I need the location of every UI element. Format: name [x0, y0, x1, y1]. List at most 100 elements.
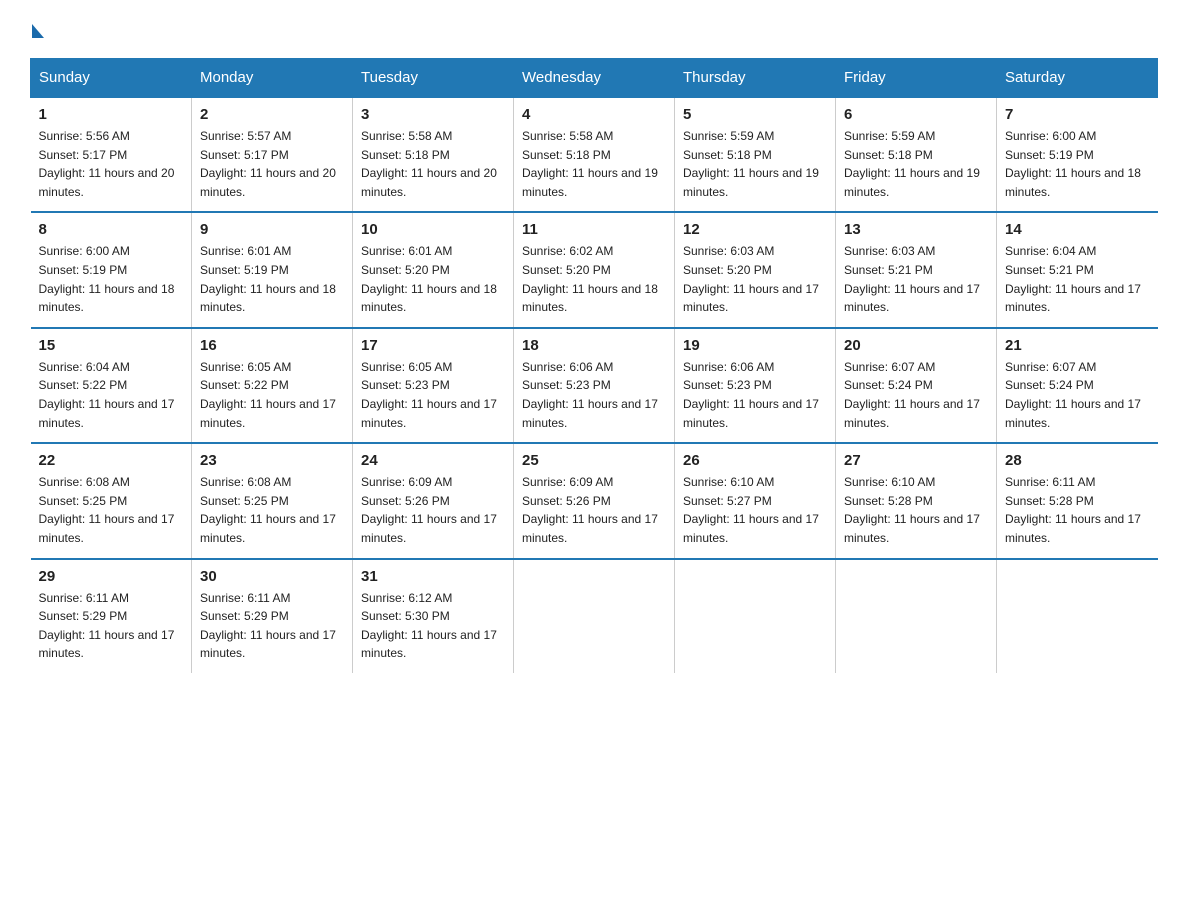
day-number: 16: [200, 337, 344, 354]
calendar-cell: 30 Sunrise: 6:11 AMSunset: 5:29 PMDayligh…: [192, 559, 353, 673]
day-number: 18: [522, 337, 666, 354]
day-info: Sunrise: 6:09 AMSunset: 5:26 PMDaylight:…: [522, 473, 666, 547]
day-info: Sunrise: 6:11 AMSunset: 5:29 PMDaylight:…: [39, 589, 184, 663]
day-number: 5: [683, 106, 827, 123]
day-number: 19: [683, 337, 827, 354]
day-number: 7: [1005, 106, 1150, 123]
calendar-cell: [997, 559, 1158, 673]
day-info: Sunrise: 6:07 AMSunset: 5:24 PMDaylight:…: [1005, 358, 1150, 432]
day-number: 14: [1005, 221, 1150, 238]
day-info: Sunrise: 6:10 AMSunset: 5:27 PMDaylight:…: [683, 473, 827, 547]
day-info: Sunrise: 6:12 AMSunset: 5:30 PMDaylight:…: [361, 589, 505, 663]
day-info: Sunrise: 5:56 AMSunset: 5:17 PMDaylight:…: [39, 127, 184, 201]
day-info: Sunrise: 6:02 AMSunset: 5:20 PMDaylight:…: [522, 242, 666, 316]
day-info: Sunrise: 5:58 AMSunset: 5:18 PMDaylight:…: [361, 127, 505, 201]
day-number: 23: [200, 452, 344, 469]
header-wednesday: Wednesday: [514, 59, 675, 98]
calendar-cell: 17 Sunrise: 6:05 AMSunset: 5:23 PMDayligh…: [353, 328, 514, 443]
day-info: Sunrise: 6:00 AMSunset: 5:19 PMDaylight:…: [1005, 127, 1150, 201]
day-info: Sunrise: 6:05 AMSunset: 5:23 PMDaylight:…: [361, 358, 505, 432]
calendar-cell: 14 Sunrise: 6:04 AMSunset: 5:21 PMDayligh…: [997, 212, 1158, 327]
day-info: Sunrise: 5:59 AMSunset: 5:18 PMDaylight:…: [683, 127, 827, 201]
calendar-cell: 20 Sunrise: 6:07 AMSunset: 5:24 PMDayligh…: [836, 328, 997, 443]
day-info: Sunrise: 6:11 AMSunset: 5:28 PMDaylight:…: [1005, 473, 1150, 547]
day-number: 30: [200, 568, 344, 585]
day-number: 9: [200, 221, 344, 238]
day-info: Sunrise: 6:11 AMSunset: 5:29 PMDaylight:…: [200, 589, 344, 663]
day-info: Sunrise: 6:01 AMSunset: 5:19 PMDaylight:…: [200, 242, 344, 316]
calendar-cell: 8 Sunrise: 6:00 AMSunset: 5:19 PMDaylight…: [31, 212, 192, 327]
calendar-cell: 23 Sunrise: 6:08 AMSunset: 5:25 PMDayligh…: [192, 443, 353, 558]
day-info: Sunrise: 6:06 AMSunset: 5:23 PMDaylight:…: [683, 358, 827, 432]
calendar-cell: 22 Sunrise: 6:08 AMSunset: 5:25 PMDayligh…: [31, 443, 192, 558]
day-info: Sunrise: 6:06 AMSunset: 5:23 PMDaylight:…: [522, 358, 666, 432]
day-number: 13: [844, 221, 988, 238]
calendar-week-row: 22 Sunrise: 6:08 AMSunset: 5:25 PMDayligh…: [31, 443, 1158, 558]
calendar-cell: 11 Sunrise: 6:02 AMSunset: 5:20 PMDayligh…: [514, 212, 675, 327]
calendar-cell: 29 Sunrise: 6:11 AMSunset: 5:29 PMDayligh…: [31, 559, 192, 673]
day-number: 4: [522, 106, 666, 123]
header-sunday: Sunday: [31, 59, 192, 98]
calendar-cell: 19 Sunrise: 6:06 AMSunset: 5:23 PMDayligh…: [675, 328, 836, 443]
calendar-cell: [836, 559, 997, 673]
day-number: 27: [844, 452, 988, 469]
day-number: 3: [361, 106, 505, 123]
day-number: 24: [361, 452, 505, 469]
calendar-cell: 3 Sunrise: 5:58 AMSunset: 5:18 PMDaylight…: [353, 97, 514, 212]
day-number: 22: [39, 452, 184, 469]
calendar-cell: 7 Sunrise: 6:00 AMSunset: 5:19 PMDaylight…: [997, 97, 1158, 212]
calendar-cell: 28 Sunrise: 6:11 AMSunset: 5:28 PMDayligh…: [997, 443, 1158, 558]
day-number: 20: [844, 337, 988, 354]
calendar-cell: 4Sunrise: 5:58 AMSunset: 5:18 PMDaylight…: [514, 97, 675, 212]
day-number: 10: [361, 221, 505, 238]
calendar-cell: 26 Sunrise: 6:10 AMSunset: 5:27 PMDayligh…: [675, 443, 836, 558]
day-info: Sunrise: 6:00 AMSunset: 5:19 PMDaylight:…: [39, 242, 184, 316]
calendar-cell: 24Sunrise: 6:09 AMSunset: 5:26 PMDayligh…: [353, 443, 514, 558]
day-number: 2: [200, 106, 344, 123]
header-thursday: Thursday: [675, 59, 836, 98]
calendar-week-row: 15 Sunrise: 6:04 AMSunset: 5:22 PMDayligh…: [31, 328, 1158, 443]
calendar-week-row: 1 Sunrise: 5:56 AMSunset: 5:17 PMDaylight…: [31, 97, 1158, 212]
page-header: [30, 20, 1158, 38]
calendar-cell: [675, 559, 836, 673]
day-number: 11: [522, 221, 666, 238]
calendar-cell: 16 Sunrise: 6:05 AMSunset: 5:22 PMDayligh…: [192, 328, 353, 443]
day-number: 28: [1005, 452, 1150, 469]
day-info: Sunrise: 6:05 AMSunset: 5:22 PMDaylight:…: [200, 358, 344, 432]
calendar-cell: 10 Sunrise: 6:01 AMSunset: 5:20 PMDayligh…: [353, 212, 514, 327]
day-info: Sunrise: 6:04 AMSunset: 5:21 PMDaylight:…: [1005, 242, 1150, 316]
day-info: Sunrise: 6:08 AMSunset: 5:25 PMDaylight:…: [39, 473, 184, 547]
day-number: 8: [39, 221, 184, 238]
day-info: Sunrise: 6:03 AMSunset: 5:20 PMDaylight:…: [683, 242, 827, 316]
day-info: Sunrise: 6:01 AMSunset: 5:20 PMDaylight:…: [361, 242, 505, 316]
calendar-cell: 21 Sunrise: 6:07 AMSunset: 5:24 PMDayligh…: [997, 328, 1158, 443]
calendar-cell: 15 Sunrise: 6:04 AMSunset: 5:22 PMDayligh…: [31, 328, 192, 443]
header-friday: Friday: [836, 59, 997, 98]
calendar-cell: 31 Sunrise: 6:12 AMSunset: 5:30 PMDayligh…: [353, 559, 514, 673]
day-info: Sunrise: 6:08 AMSunset: 5:25 PMDaylight:…: [200, 473, 344, 547]
day-number: 29: [39, 568, 184, 585]
day-number: 25: [522, 452, 666, 469]
day-number: 17: [361, 337, 505, 354]
day-info: Sunrise: 6:10 AMSunset: 5:28 PMDaylight:…: [844, 473, 988, 547]
header-tuesday: Tuesday: [353, 59, 514, 98]
day-info: Sunrise: 6:07 AMSunset: 5:24 PMDaylight:…: [844, 358, 988, 432]
day-info: Sunrise: 5:59 AMSunset: 5:18 PMDaylight:…: [844, 127, 988, 201]
day-number: 12: [683, 221, 827, 238]
calendar-cell: 27 Sunrise: 6:10 AMSunset: 5:28 PMDayligh…: [836, 443, 997, 558]
day-number: 26: [683, 452, 827, 469]
day-number: 31: [361, 568, 505, 585]
day-number: 15: [39, 337, 184, 354]
calendar-cell: 12 Sunrise: 6:03 AMSunset: 5:20 PMDayligh…: [675, 212, 836, 327]
calendar-cell: 2Sunrise: 5:57 AMSunset: 5:17 PMDaylight…: [192, 97, 353, 212]
calendar-week-row: 29 Sunrise: 6:11 AMSunset: 5:29 PMDayligh…: [31, 559, 1158, 673]
calendar-week-row: 8 Sunrise: 6:00 AMSunset: 5:19 PMDaylight…: [31, 212, 1158, 327]
logo-triangle-icon: [32, 24, 44, 38]
calendar-cell: 18 Sunrise: 6:06 AMSunset: 5:23 PMDayligh…: [514, 328, 675, 443]
day-info: Sunrise: 6:04 AMSunset: 5:22 PMDaylight:…: [39, 358, 184, 432]
day-number: 21: [1005, 337, 1150, 354]
day-number: 1: [39, 106, 184, 123]
calendar-cell: 1 Sunrise: 5:56 AMSunset: 5:17 PMDaylight…: [31, 97, 192, 212]
header-saturday: Saturday: [997, 59, 1158, 98]
calendar-cell: 25 Sunrise: 6:09 AMSunset: 5:26 PMDayligh…: [514, 443, 675, 558]
